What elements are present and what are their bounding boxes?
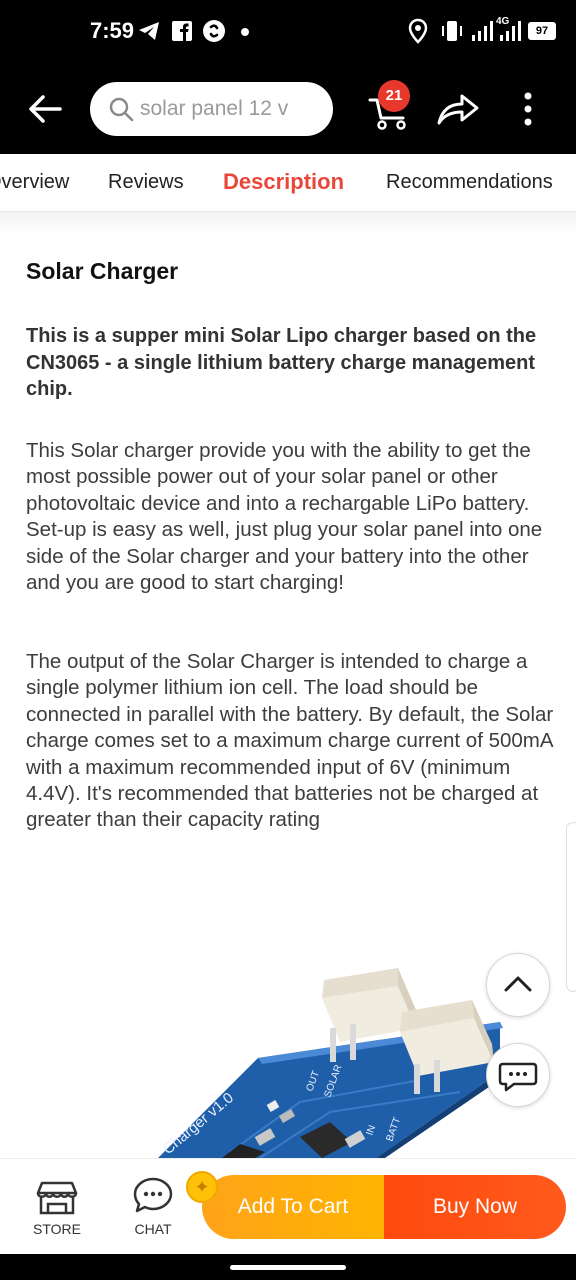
bottom-action-bar: STORE CHAT Add To Cart Buy Now ✦ — [0, 1158, 576, 1254]
search-box[interactable] — [90, 82, 333, 136]
search-icon — [109, 97, 134, 122]
store-icon — [36, 1181, 78, 1215]
tab-reviews[interactable]: Reviews — [108, 171, 184, 194]
description-title: Solar Charger — [26, 258, 179, 284]
chat-button[interactable]: CHAT — [118, 1175, 188, 1245]
app-screen: 7:59 4G 97 solar panel 12 v 21 verview R… — [0, 0, 576, 1280]
tab-description[interactable]: Description — [223, 169, 344, 195]
description-content: Solar Charger This is a supper mini Sola… — [0, 212, 576, 1158]
battery-level: 97 — [535, 25, 549, 37]
shazam-icon — [203, 20, 225, 42]
cart-count-badge: 21 — [378, 80, 410, 112]
notification-dot-icon — [241, 28, 249, 36]
tab-recommendations[interactable]: Recommendations — [386, 171, 553, 194]
status-bar: 7:59 4G 97 — [0, 0, 576, 62]
description-paragraph-2: The output of the Solar Charger is inten… — [26, 650, 554, 832]
floating-chat-button[interactable] — [486, 1043, 550, 1107]
home-gesture-pill[interactable] — [230, 1265, 346, 1270]
description-lead: This is a supper mini Solar Lipo charger… — [26, 325, 537, 400]
more-vertical-icon[interactable] — [514, 90, 542, 128]
system-nav-bar — [0, 1254, 576, 1280]
battery-icon: 97 — [528, 22, 556, 40]
search-input[interactable] — [140, 92, 320, 126]
add-to-cart-button[interactable]: Add To Cart — [202, 1175, 384, 1239]
chat-label: CHAT — [134, 1221, 172, 1237]
facebook-icon — [172, 21, 192, 41]
location-icon — [408, 18, 428, 44]
status-time: 7:59 — [90, 18, 135, 43]
tab-bar: Overview Reviews Description Recommendat… — [0, 154, 576, 212]
content-top-shade — [0, 212, 576, 234]
share-icon[interactable] — [436, 92, 480, 126]
telegram-icon — [139, 22, 159, 40]
store-button[interactable]: STORE — [22, 1175, 92, 1245]
store-label: STORE — [33, 1221, 81, 1237]
signal-icon-2 — [500, 21, 521, 41]
coin-icon: ✦ — [186, 1171, 218, 1203]
vibrate-icon — [442, 21, 462, 41]
description-paragraph-1: This Solar charger provide you with the … — [26, 439, 543, 595]
chat-icon — [133, 1177, 173, 1213]
app-header: 21 — [0, 62, 576, 154]
scroll-to-top-button[interactable] — [486, 953, 550, 1017]
chat-bubble-icon — [498, 1062, 538, 1092]
buy-now-button[interactable]: Buy Now — [384, 1175, 566, 1239]
tab-overview[interactable]: Overview — [0, 171, 69, 194]
chevron-up-icon — [504, 976, 532, 992]
back-arrow-icon[interactable] — [26, 90, 64, 128]
signal-icon-1 — [472, 21, 493, 41]
